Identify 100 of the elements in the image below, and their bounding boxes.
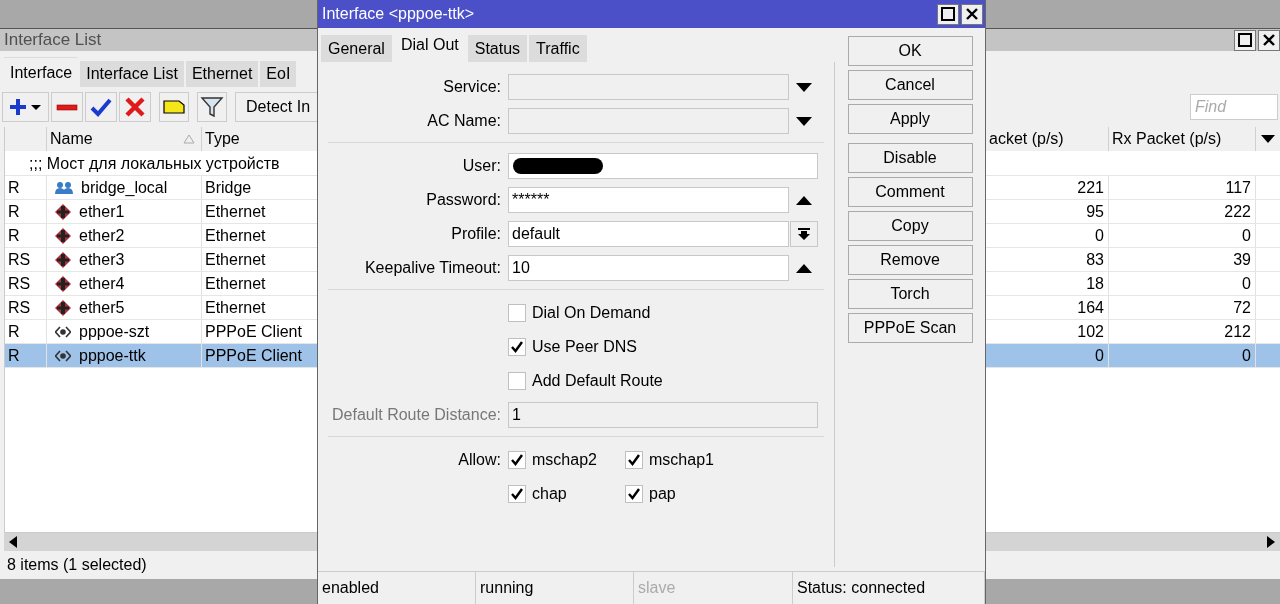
table-cell: R bbox=[8, 346, 20, 365]
port-icon bbox=[55, 251, 71, 268]
field-label: Service: bbox=[442, 78, 502, 96]
table-cell: 0 bbox=[1095, 226, 1104, 245]
status-text: 8 items (1 selected) bbox=[7, 556, 147, 574]
maximize-icon bbox=[941, 7, 955, 21]
dialog-button[interactable]: OK bbox=[847, 36, 973, 66]
table-cell: R bbox=[8, 322, 20, 341]
input-field[interactable]: ****** bbox=[508, 187, 789, 213]
table-cell: 0 bbox=[1242, 346, 1251, 365]
table-cell: Bridge bbox=[205, 178, 252, 197]
maximize-button[interactable] bbox=[1234, 29, 1256, 51]
tab[interactable]: General bbox=[321, 35, 392, 62]
dialog-button[interactable]: Torch bbox=[847, 279, 973, 309]
maximize-icon bbox=[1238, 33, 1252, 47]
tab[interactable]: Status bbox=[467, 35, 528, 62]
field-label: Profile: bbox=[450, 225, 502, 243]
column-menu-icon[interactable] bbox=[1261, 135, 1275, 143]
table-cell: ether1 bbox=[79, 202, 125, 221]
checkbox[interactable] bbox=[508, 372, 526, 390]
maximize-button[interactable] bbox=[937, 3, 959, 25]
table-cell: 83 bbox=[1086, 250, 1104, 269]
table-cell: R bbox=[8, 202, 20, 221]
dialog-button[interactable]: Cancel bbox=[847, 70, 973, 100]
table-cell: 102 bbox=[1077, 322, 1104, 341]
table-cell: 164 bbox=[1077, 298, 1104, 317]
collapse-icon[interactable] bbox=[796, 195, 812, 205]
dialog-title: Interface <pppoe-ttk> bbox=[322, 5, 475, 23]
tab[interactable]: Ethernet bbox=[185, 61, 259, 87]
port-icon bbox=[55, 203, 71, 220]
comment-button[interactable] bbox=[159, 92, 189, 122]
table-cell: R bbox=[8, 226, 20, 245]
table-cell: ether4 bbox=[79, 274, 125, 293]
input-field[interactable] bbox=[508, 74, 789, 100]
checkbox-label: Dial On Demand bbox=[532, 304, 651, 322]
table-cell: Ethernet bbox=[205, 202, 266, 221]
checkbox-label: Use Peer DNS bbox=[532, 338, 637, 356]
input-field[interactable]: default bbox=[508, 221, 789, 247]
close-button[interactable] bbox=[961, 3, 983, 25]
table-cell: RS bbox=[8, 250, 31, 269]
tab[interactable]: EoI bbox=[260, 61, 297, 87]
table-cell: bridge_local bbox=[81, 178, 168, 197]
table-cell: 0 bbox=[1242, 226, 1251, 245]
people-icon bbox=[55, 180, 73, 195]
checkbox-label: chap bbox=[532, 485, 567, 503]
table-cell: Ethernet bbox=[205, 274, 266, 293]
checkbox[interactable] bbox=[625, 485, 643, 503]
table-cell: R bbox=[8, 178, 20, 197]
table-cell: PPPoE Client bbox=[205, 346, 302, 365]
tab[interactable]: Interface List bbox=[80, 61, 184, 87]
arrow-down-icon bbox=[798, 228, 810, 240]
field-label: Default Route Distance: bbox=[331, 406, 502, 424]
remove-button[interactable] bbox=[51, 92, 83, 122]
tunnel-icon bbox=[55, 325, 71, 338]
dialog-button[interactable]: Comment bbox=[847, 177, 973, 207]
table-cell: 221 bbox=[1077, 178, 1104, 197]
disable-button[interactable] bbox=[119, 92, 151, 122]
input-field[interactable] bbox=[508, 153, 818, 179]
dialog-button[interactable]: PPPoE Scan bbox=[847, 313, 973, 343]
collapse-icon[interactable] bbox=[796, 263, 812, 273]
checkbox[interactable] bbox=[625, 451, 643, 469]
enable-button[interactable] bbox=[85, 92, 117, 122]
table-cell: Ethernet bbox=[205, 250, 266, 269]
port-icon bbox=[55, 275, 71, 292]
checkbox[interactable] bbox=[508, 451, 526, 469]
table-cell: 212 bbox=[1224, 322, 1251, 341]
checkbox[interactable] bbox=[508, 338, 526, 356]
close-icon bbox=[965, 7, 979, 21]
x-icon bbox=[123, 97, 147, 117]
column-header[interactable]: Name bbox=[47, 127, 202, 151]
input-field[interactable] bbox=[508, 108, 789, 134]
add-button[interactable] bbox=[2, 92, 49, 122]
table-cell: 0 bbox=[1242, 274, 1251, 293]
dropdown-button[interactable] bbox=[790, 221, 818, 247]
close-button[interactable] bbox=[1258, 29, 1280, 51]
scroll-left-icon[interactable] bbox=[8, 536, 18, 548]
input-field[interactable]: 10 bbox=[508, 255, 789, 281]
find-field[interactable]: Find bbox=[1190, 94, 1278, 120]
column-header[interactable]: Rx Packet (p/s) bbox=[1109, 127, 1256, 151]
dialog-button[interactable]: Remove bbox=[847, 245, 973, 275]
table-cell: 0 bbox=[1095, 346, 1104, 365]
table-cell: PPPoE Client bbox=[205, 322, 302, 341]
dropdown-icon[interactable] bbox=[796, 82, 812, 92]
checkbox-label: Add Default Route bbox=[532, 372, 663, 390]
tab[interactable]: Traffic bbox=[529, 35, 587, 62]
filter-button[interactable] bbox=[197, 92, 227, 122]
port-icon bbox=[55, 299, 71, 316]
table-cell: 222 bbox=[1224, 202, 1251, 221]
dialog-button[interactable]: Disable bbox=[847, 143, 973, 173]
table-cell: 95 bbox=[1086, 202, 1104, 221]
checkbox[interactable] bbox=[508, 304, 526, 322]
dialog-button[interactable]: Apply bbox=[847, 104, 973, 134]
table-cell: Ethernet bbox=[205, 298, 266, 317]
scroll-right-icon[interactable] bbox=[1266, 536, 1276, 548]
dialog-button[interactable]: Copy bbox=[847, 211, 973, 241]
sort-icon bbox=[183, 134, 195, 144]
filter-icon bbox=[200, 96, 224, 118]
checkbox-label: pap bbox=[649, 485, 676, 503]
checkbox[interactable] bbox=[508, 485, 526, 503]
table-cell: RS bbox=[8, 274, 31, 293]
